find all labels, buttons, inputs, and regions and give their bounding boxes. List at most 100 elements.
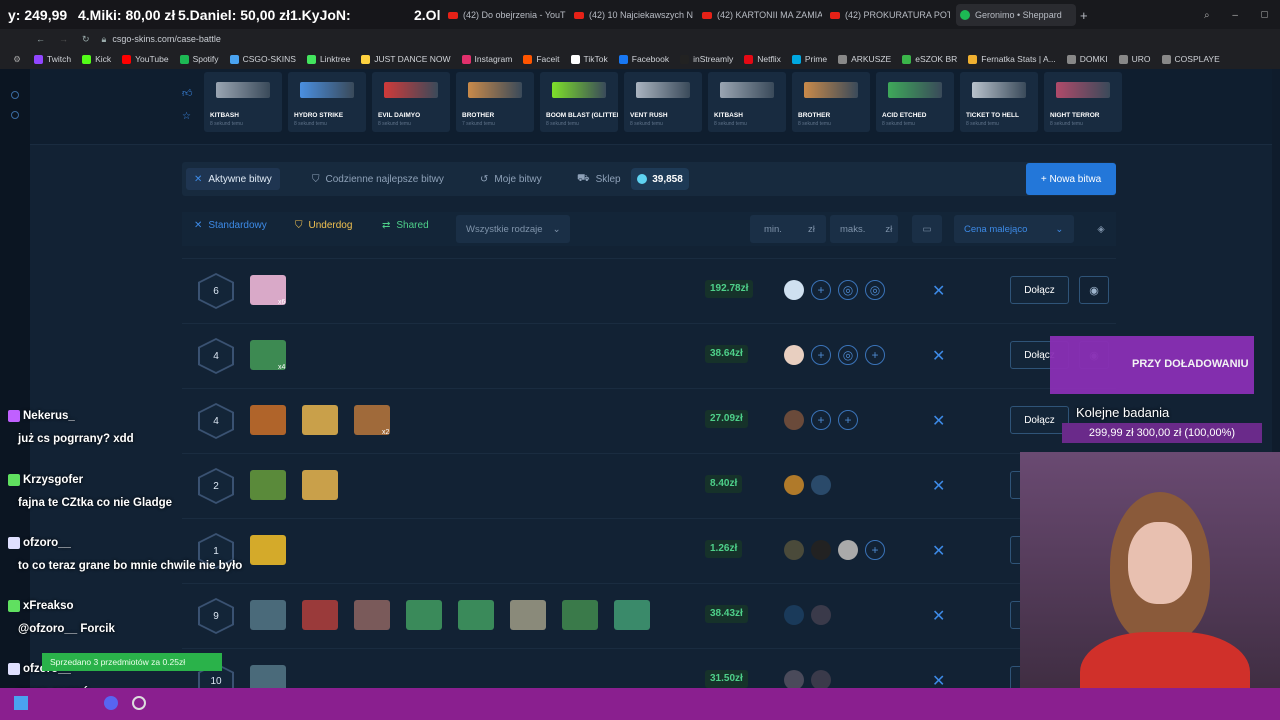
battle-row[interactable]: 9 38.43zł ✕ bbox=[182, 583, 1116, 647]
join-button[interactable]: Dołącz bbox=[1010, 276, 1069, 304]
tab-active-battles[interactable]: ✕ Aktywne bitwy bbox=[186, 168, 280, 190]
live-drop-card[interactable]: HYDRO STRIKE 8 sekund temu bbox=[288, 72, 366, 132]
bot-slot-icon[interactable]: ◎ bbox=[838, 280, 858, 300]
browser-tab[interactable]: (42) KARTONII MA ZAMIA bbox=[702, 4, 822, 26]
bookmark-item[interactable]: Kick bbox=[82, 54, 111, 64]
chat-username: Nekerus_ bbox=[8, 410, 75, 422]
join-slot-plus-icon[interactable]: + bbox=[811, 345, 831, 365]
reload-icon[interactable]: ↻ bbox=[82, 34, 90, 45]
chat-message: @ofzoro__ Forcik bbox=[18, 623, 115, 635]
tab-my-battles[interactable]: ↺ Moje bitwy bbox=[480, 168, 542, 190]
filter-label: Shared bbox=[396, 220, 429, 231]
bookmark-item[interactable]: inStreamly bbox=[680, 54, 733, 64]
join-slot-plus-icon[interactable]: + bbox=[811, 280, 831, 300]
join-slot-plus-icon[interactable]: + bbox=[838, 410, 858, 430]
thumbs-up-icon[interactable]: 👍︎ bbox=[182, 87, 192, 99]
bookmark-item[interactable]: URO bbox=[1118, 54, 1151, 64]
forward-icon[interactable]: → bbox=[59, 34, 68, 44]
window-controls[interactable]: ⌕ – ▢ ✕ bbox=[1204, 4, 1280, 26]
star-icon[interactable]: ☆ bbox=[182, 111, 191, 122]
live-drop-card[interactable]: VENT RUSH 8 sekund temu bbox=[624, 72, 702, 132]
bookmark-item[interactable]: eSZOK BR bbox=[902, 54, 957, 64]
live-drop-card[interactable]: TICKET TO HELL 8 sekund temu bbox=[960, 72, 1038, 132]
eye-icon[interactable]: ◉ bbox=[1079, 276, 1109, 304]
skin-image bbox=[888, 82, 942, 98]
battle-row[interactable]: 6 x6 192.78zł + ◎ ◎ ✕ Dołącz ◉ bbox=[182, 258, 1116, 322]
swords-icon: ✕ bbox=[932, 413, 946, 430]
bookmark-item[interactable]: Netflix bbox=[744, 54, 781, 64]
sort-select[interactable]: Cena malejąco ⌄ bbox=[954, 215, 1074, 243]
min-price-input[interactable]: min. zł bbox=[750, 215, 826, 243]
live-drop-card[interactable]: BOOM BLAST (GLITTER) 8 sekund temu bbox=[540, 72, 618, 132]
drop-time: 8 sekund temu bbox=[630, 121, 663, 127]
live-drop-card[interactable]: ACID ETCHED 8 sekund temu bbox=[876, 72, 954, 132]
browser-tab[interactable]: (42) 10 Najciekawszych N bbox=[574, 4, 694, 26]
browser-tab[interactable]: (42) Do obejrzenia - YouT bbox=[448, 4, 568, 26]
join-slot-plus-icon[interactable]: + bbox=[865, 345, 885, 365]
filter-underdog[interactable]: ⛉ Underdog bbox=[295, 220, 352, 231]
settings-gear-icon[interactable]: ⚙ bbox=[0, 54, 34, 65]
filter-standard[interactable]: ✕ Standardowy bbox=[194, 220, 267, 231]
bookmark-item[interactable]: JUST DANCE NOW bbox=[361, 54, 451, 64]
bot-slot-icon[interactable]: ◎ bbox=[838, 345, 858, 365]
spotify-icon bbox=[960, 10, 970, 20]
battle-row[interactable]: 1 1.26zł + ✕ bbox=[182, 518, 1116, 582]
streamer-face bbox=[1128, 522, 1192, 604]
bookmark-label: Instagram bbox=[474, 54, 513, 64]
chat-message: to co teraz grane bo mnie chwile nie był… bbox=[18, 560, 243, 572]
bookmark-item[interactable]: YouTube bbox=[122, 54, 169, 64]
bookmark-item[interactable]: Linktree bbox=[306, 54, 350, 64]
join-slot-plus-icon[interactable]: + bbox=[865, 540, 885, 560]
live-drop-card[interactable]: EVIL DAIMYO 8 sekund temu bbox=[372, 72, 450, 132]
windows-start-icon[interactable] bbox=[14, 696, 28, 710]
lock-icon: 🔒︎ bbox=[101, 33, 107, 44]
bookmark-item[interactable]: Spotify bbox=[179, 54, 219, 64]
bookmark-item[interactable]: CSGO-SKINS bbox=[229, 54, 296, 64]
bookmark-item[interactable]: Prime bbox=[791, 54, 828, 64]
live-drop-card[interactable]: KITBASH 8 sekund temu bbox=[204, 72, 282, 132]
calendar-icon[interactable]: ▭ bbox=[912, 215, 942, 243]
battle-row[interactable]: 4 x2 27.09zł + + ✕ Dołącz bbox=[182, 388, 1116, 452]
bookmark-item[interactable]: COSPLAYE bbox=[1161, 54, 1220, 64]
discord-icon[interactable] bbox=[104, 696, 118, 710]
bookmark-item[interactable]: Twitch bbox=[34, 54, 71, 64]
bookmark-item[interactable]: DOMKI bbox=[1066, 54, 1108, 64]
battle-row[interactable]: 4x438.64zł+◎+✕Dołącz◉ bbox=[182, 323, 1116, 387]
chat-message: fajna te CZtka co nie Gladge bbox=[18, 497, 173, 509]
tab-shop[interactable]: ⛟ Sklep bbox=[577, 168, 621, 190]
obs-icon[interactable] bbox=[132, 696, 146, 710]
new-tab-button[interactable]: + bbox=[1080, 4, 1088, 26]
browser-tab[interactable]: (42) PROKURATURA POT bbox=[830, 4, 950, 26]
tab-daily-best[interactable]: ⛉ Codzienne najlepsze bitwy bbox=[312, 168, 444, 190]
clear-filter-icon[interactable]: ◈ bbox=[1088, 215, 1114, 243]
bookmark-item[interactable]: Faceit bbox=[523, 54, 560, 64]
skin-name: EVIL DAIMYO bbox=[378, 112, 421, 119]
filter-shared[interactable]: ⇄ Shared bbox=[382, 220, 429, 231]
type-select[interactable]: Wszystkie rodzaje ⌄ bbox=[456, 215, 570, 243]
bookmark-icon bbox=[1118, 54, 1128, 64]
url-field[interactable]: csgo-skins.com/case-battle bbox=[112, 34, 221, 44]
settings-icon[interactable] bbox=[11, 111, 19, 119]
join-slot-plus-icon[interactable]: + bbox=[811, 410, 831, 430]
bookmark-item[interactable]: ARKUSZE bbox=[838, 54, 891, 64]
live-drop-card[interactable]: KITBASH 8 sekund temu bbox=[708, 72, 786, 132]
live-drop-card[interactable]: BROTHER 8 sekund temu bbox=[792, 72, 870, 132]
bot-slot-icon[interactable]: ◎ bbox=[865, 280, 885, 300]
history-icon[interactable] bbox=[11, 91, 19, 99]
bookmark-item[interactable]: Facebook bbox=[618, 54, 669, 64]
player-avatar bbox=[784, 280, 804, 300]
live-drop-card[interactable]: BROTHER 7 sekund temu bbox=[456, 72, 534, 132]
bookmark-item[interactable]: Fernatka Stats | A... bbox=[968, 54, 1056, 64]
back-icon[interactable]: ← bbox=[36, 34, 45, 44]
battle-row[interactable]: 2 8.40zł ✕ bbox=[182, 453, 1116, 517]
bookmark-item[interactable]: Instagram bbox=[461, 54, 513, 64]
bookmark-label: CSGO-SKINS bbox=[242, 54, 296, 64]
live-drop-card[interactable]: NIGHT TERROR 8 sekund temu bbox=[1044, 72, 1122, 132]
join-button[interactable]: Dołącz bbox=[1010, 406, 1069, 434]
bookmarks-bar: ⚙ Twitch Kick YouTube Spotify CSGO-SKINS Link… bbox=[0, 49, 1280, 69]
max-price-input[interactable]: maks. zł bbox=[830, 215, 898, 243]
bookmark-item[interactable]: TikTok bbox=[570, 54, 608, 64]
bookmark-label: Prime bbox=[804, 54, 828, 64]
browser-tab-active[interactable]: Geronimo • Sheppard bbox=[956, 4, 1076, 26]
new-battle-button[interactable]: + Nowa bitwa bbox=[1026, 163, 1116, 195]
